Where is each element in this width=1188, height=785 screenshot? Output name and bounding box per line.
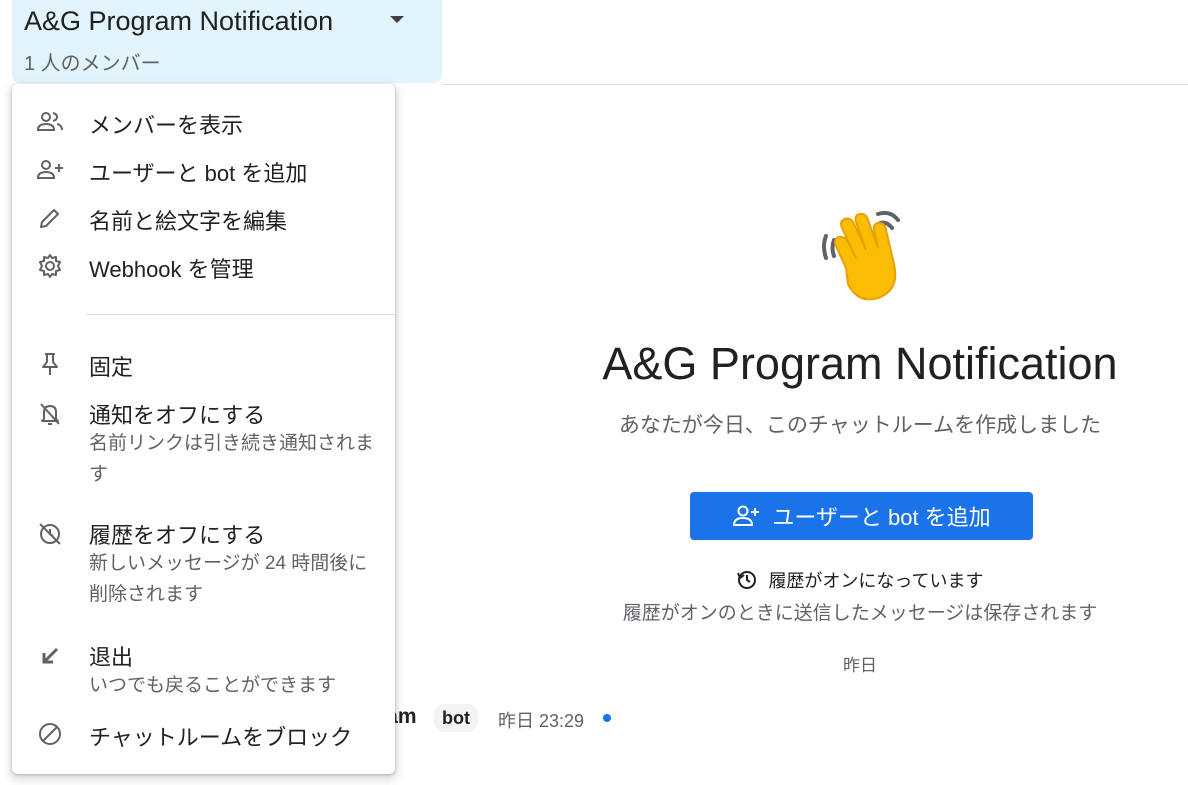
unread-indicator xyxy=(603,714,611,722)
caret-down-icon[interactable] xyxy=(390,16,404,23)
menu-item-leave[interactable]: 退出 いつでも戻ることができます xyxy=(12,638,395,702)
history-off-icon xyxy=(36,520,64,548)
pin-icon xyxy=(36,350,64,378)
menu-label: 通知をオフにする xyxy=(89,403,266,428)
menu-label: 退出 xyxy=(89,645,134,670)
room-created-text: あなたが今日、このチャットルームを作成しました xyxy=(618,414,1102,437)
menu-item-manage-webhooks[interactable]: Webhook を管理 xyxy=(12,250,395,284)
person-add-icon xyxy=(36,156,64,184)
menu-label: ユーザーと bot を追加 xyxy=(89,161,308,186)
exit-arrow-icon xyxy=(36,642,64,670)
menu-item-notifications-off[interactable]: 通知をオフにする 名前リンクは引き続き通知されます xyxy=(12,396,395,496)
menu-description: 新しいメッセージが 24 時間後に削除されます xyxy=(89,553,368,605)
add-button-label: ユーザーと bot を追加 xyxy=(772,505,991,530)
bell-off-icon xyxy=(36,400,64,428)
history-status-label: 履歴がオンになっています xyxy=(768,571,984,591)
pencil-icon xyxy=(36,204,64,232)
menu-description: いつでも戻ることができます xyxy=(89,675,337,696)
member-count: 1 人のメンバー xyxy=(24,53,161,75)
menu-label: 履歴をオフにする xyxy=(89,523,266,548)
menu-description: 名前リンクは引き続き通知されます xyxy=(89,433,375,485)
menu-label: チャットルームをブロック xyxy=(89,725,353,750)
menu-item-history-off[interactable]: 履歴をオフにする 新しいメッセージが 24 時間後に削除されます xyxy=(12,516,395,616)
menu-label: 固定 xyxy=(89,355,134,380)
room-name-heading: A&G Program Notification xyxy=(602,338,1118,389)
menu-item-block[interactable]: チャットルームをブロック xyxy=(12,718,395,752)
menu-label: 名前と絵文字を編集 xyxy=(89,209,288,234)
menu-item-edit-name-emoji[interactable]: 名前と絵文字を編集 xyxy=(12,202,395,236)
menu-divider xyxy=(86,314,395,315)
gear-icon xyxy=(36,252,64,280)
history-status: 履歴がオンになっています xyxy=(520,567,1188,593)
welcome-panel: A&G Program Notification あなたが今日、このチャットルー… xyxy=(520,0,1188,785)
menu-item-pin[interactable]: 固定 xyxy=(12,348,395,382)
person-add-icon xyxy=(733,505,760,526)
menu-label: Webhook を管理 xyxy=(89,257,254,282)
menu-item-view-members[interactable]: メンバーを表示 xyxy=(12,106,395,140)
waving-hand-icon xyxy=(822,210,900,301)
message-timestamp: 昨日 23:29 xyxy=(498,711,585,731)
bot-badge: bot xyxy=(434,704,478,732)
people-icon xyxy=(36,108,64,136)
menu-label: メンバーを表示 xyxy=(89,113,244,138)
block-icon xyxy=(36,720,64,748)
add-users-bots-button[interactable]: ユーザーと bot を追加 xyxy=(690,492,1033,540)
room-header[interactable]: A&G Program Notification 1 人のメンバー xyxy=(12,0,442,83)
history-icon xyxy=(737,571,757,589)
room-options-menu: メンバーを表示 ユーザーと bot を追加 名前と絵文字を編集 Webhook … xyxy=(12,84,395,774)
history-description: 履歴がオンのときに送信したメッセージは保存されます xyxy=(622,603,1098,624)
date-separator: 昨日 xyxy=(843,656,877,675)
room-title: A&G Program Notification xyxy=(24,6,334,36)
menu-item-add-users-bots[interactable]: ユーザーと bot を追加 xyxy=(12,154,395,188)
